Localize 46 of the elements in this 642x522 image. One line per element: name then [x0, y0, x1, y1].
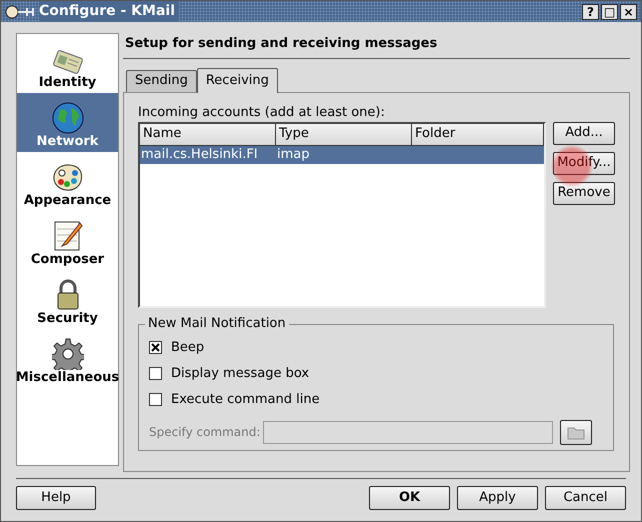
dialog-button[interactable]: OK	[369, 486, 450, 510]
column-header[interactable]: Folder	[412, 124, 544, 146]
folder-icon	[567, 424, 586, 440]
app-icon	[5, 4, 35, 20]
sidebar-label: Security	[37, 311, 98, 327]
checkbox-label: Beep	[171, 338, 204, 357]
page-heading: Setup for sending and receiving messages	[123, 33, 630, 58]
sidebar-label: Identity	[38, 75, 96, 91]
dialog-button[interactable]: Cancel	[545, 486, 626, 510]
sidebar-item[interactable]: Identity	[17, 34, 118, 93]
checkbox-label: Execute command line	[171, 390, 320, 409]
sidebar-item[interactable]: Appearance	[17, 152, 118, 211]
sidebar-item[interactable]: Composer	[17, 211, 118, 270]
accounts-label: Incoming accounts (add at least one):	[138, 104, 386, 120]
tab[interactable]: Sending	[126, 70, 197, 92]
sidebar-item[interactable]: Security	[17, 270, 118, 329]
help-button[interactable]: Help	[16, 486, 96, 510]
padlock-icon	[54, 279, 80, 311]
gear-icon	[52, 338, 84, 370]
account-button[interactable]: Remove	[553, 182, 615, 204]
pencil-on-page-icon	[52, 220, 82, 252]
checkbox-label: Display message box	[171, 364, 310, 383]
command-label: Specify command:	[149, 424, 260, 441]
table-cell-text: mail.cs.Helsinki.FI	[140, 146, 259, 164]
sidebar-label: Appearance	[24, 193, 112, 209]
sidebar-item[interactable]: Miscellaneous	[17, 329, 118, 388]
title-bar-button[interactable]: ?	[582, 4, 599, 20]
checkbox[interactable]	[149, 341, 162, 354]
account-button[interactable]: Add...	[553, 122, 615, 144]
dialog-button[interactable]: Apply	[457, 486, 538, 510]
palette-icon	[52, 163, 84, 193]
sidebar-label: Composer	[30, 252, 104, 268]
title-bar-button[interactable]: ×	[620, 4, 637, 20]
sidebar-label: Network	[36, 134, 98, 150]
column-header[interactable]: Name	[140, 124, 276, 146]
checkbox[interactable]	[149, 367, 162, 380]
account-row[interactable]: mail.cs.Helsinki.FI imap	[140, 146, 544, 164]
window-title: Configure - KMail	[39, 1, 180, 22]
checkbox[interactable]	[149, 393, 162, 406]
table-cell-text: imap	[276, 146, 310, 164]
sidebar-label: Miscellaneous	[16, 370, 120, 386]
column-header[interactable]: Type	[276, 124, 412, 146]
tab[interactable]: Receiving	[196, 68, 278, 92]
title-bar-button[interactable]: □	[601, 4, 618, 20]
globe-icon	[52, 102, 84, 134]
sidebar-item[interactable]: Network	[17, 93, 118, 152]
